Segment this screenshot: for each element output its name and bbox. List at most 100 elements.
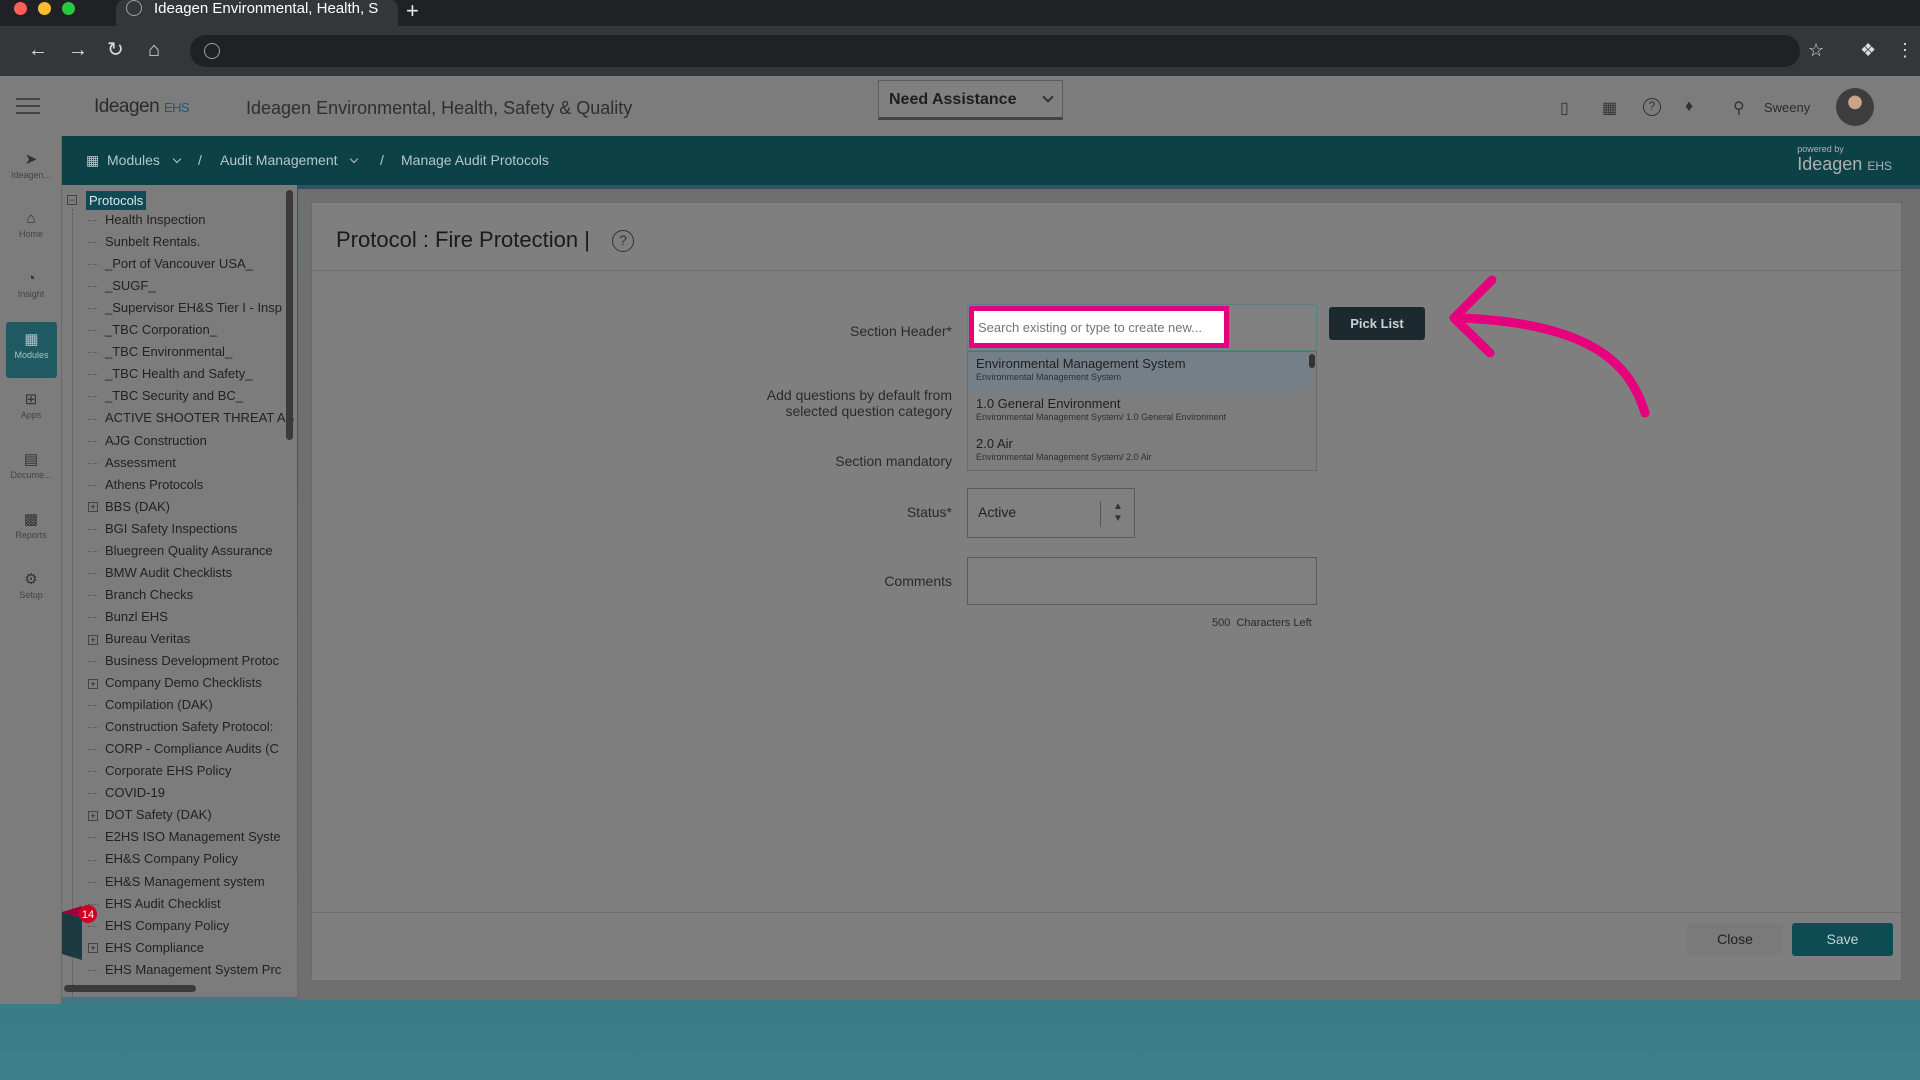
tree-item[interactable]: COVID-19: [88, 785, 297, 807]
insight-icon: ◔: [26, 270, 36, 287]
hamburger-menu-icon[interactable]: [16, 98, 40, 114]
window-minimize-button[interactable]: [38, 2, 51, 15]
tree-item[interactable]: Health Inspection: [88, 212, 297, 234]
tree-item[interactable]: CORP - Compliance Audits (C: [88, 741, 297, 763]
window-close-button[interactable]: [14, 2, 27, 15]
calendar-icon[interactable]: ▦: [1602, 98, 1617, 118]
tree-item[interactable]: Business Development Protoc: [88, 653, 297, 675]
tree-item-label: E2HS ISO Management Syste: [105, 829, 281, 845]
tree-item[interactable]: ACTIVE SHOOTER THREAT AS: [88, 410, 297, 432]
tree-item[interactable]: _SUGF_: [88, 278, 297, 300]
bell-icon[interactable]: ♦: [1685, 98, 1693, 116]
tree-item[interactable]: + DOT Safety (DAK): [88, 807, 297, 829]
section-header-input[interactable]: [969, 306, 1229, 348]
tree-item[interactable]: _TBC Security and BC_: [88, 388, 297, 410]
breadcrumb-separator: /: [380, 152, 384, 168]
tree-item-label: _SUGF_: [105, 278, 156, 294]
more-icon[interactable]: ⋮: [1896, 39, 1914, 61]
expand-icon[interactable]: +: [88, 678, 98, 689]
tree-root-protocols[interactable]: Protocols: [86, 191, 147, 210]
comments-textarea[interactable]: [967, 557, 1317, 605]
breadcrumb-modules[interactable]: ▦ Modules: [86, 152, 182, 169]
tree-item[interactable]: _TBC Corporation_: [88, 322, 297, 344]
rail-item-reports[interactable]: ▩ Reports: [0, 510, 62, 540]
tree-item[interactable]: Sunbelt Rentals.: [88, 234, 297, 256]
dropdown-option[interactable]: 2.0 Air Environmental Management System/…: [968, 432, 1310, 470]
walkme-widget[interactable]: 14: [60, 904, 98, 964]
tree-item[interactable]: EHS Company Policy: [88, 918, 297, 940]
dropdown-option[interactable]: 1.0 General Environment Environmental Ma…: [968, 392, 1310, 432]
ideagen-logo[interactable]: Ideagen EHS: [94, 96, 190, 118]
dropdown-option[interactable]: Environmental Management System Environm…: [968, 352, 1310, 392]
tree-item[interactable]: Construction Safety Protocol:: [88, 719, 297, 741]
tree-item[interactable]: EH&S Management system: [88, 874, 297, 896]
back-icon[interactable]: ←: [28, 39, 48, 61]
tree-item[interactable]: BMW Audit Checklists: [88, 565, 297, 587]
tree-item[interactable]: Athens Protocols: [88, 477, 297, 499]
dropdown-scrollbar[interactable]: [1309, 354, 1315, 368]
expand-icon[interactable]: +: [88, 810, 98, 821]
plus-icon[interactable]: +: [406, 0, 419, 24]
address-bar[interactable]: [190, 35, 1800, 67]
save-button[interactable]: Save: [1792, 923, 1893, 956]
collapse-icon[interactable]: −: [67, 195, 77, 205]
tree-item[interactable]: Corporate EHS Policy: [88, 763, 297, 785]
window-zoom-button[interactable]: [62, 2, 75, 15]
tree-item[interactable]: + EHS Compliance: [88, 940, 297, 962]
rail-item-modules[interactable]: ▦ Modules: [6, 322, 57, 378]
rail-item-insight[interactable]: ◔ Insight: [0, 270, 62, 299]
tree-item[interactable]: _TBC Environmental_: [88, 344, 297, 366]
tree-horizontal-scrollbar[interactable]: [64, 985, 196, 992]
powered-logo-suffix: EHS: [1867, 159, 1892, 173]
tree-item[interactable]: Branch Checks: [88, 587, 297, 609]
expand-icon[interactable]: +: [88, 502, 98, 513]
tree-item[interactable]: Bunzl EHS: [88, 609, 297, 631]
need-assistance-dropdown[interactable]: Need Assistance: [878, 80, 1063, 120]
extensions-icon[interactable]: ❖: [1860, 39, 1876, 61]
status-select[interactable]: Active ▲ ▼: [967, 488, 1135, 538]
breadcrumb-manage-audit-protocols[interactable]: Manage Audit Protocols: [401, 152, 549, 168]
tree-connector: [88, 881, 98, 883]
rail-item-documents[interactable]: ▤ Docume...: [0, 450, 62, 480]
rail-item-home[interactable]: ⌂ Home: [0, 210, 62, 239]
tree-item[interactable]: + Bureau Veritas: [88, 631, 297, 653]
pick-list-button[interactable]: Pick List: [1329, 307, 1425, 340]
section-modal: Protocol : Fire Protection | ? Section H…: [311, 202, 1902, 981]
help-icon[interactable]: ?: [1643, 98, 1661, 116]
arrow-curve: [1455, 313, 1650, 418]
tree-vertical-scrollbar[interactable]: [286, 190, 293, 440]
avatar[interactable]: [1836, 88, 1874, 126]
tree-item[interactable]: _Port of Vancouver USA_: [88, 256, 297, 278]
tree-item[interactable]: EH&S Company Policy: [88, 851, 297, 873]
forward-icon[interactable]: →: [68, 39, 88, 61]
modules-icon: ▦: [24, 331, 39, 348]
tree-connector: [88, 264, 98, 266]
tree-item[interactable]: EHS Management System Prc: [88, 962, 297, 984]
rail-item-setup[interactable]: ⚙ Setup: [0, 570, 62, 600]
rail-item-ideagen[interactable]: ➤ Ideagen...: [0, 150, 62, 180]
home-icon[interactable]: ⌂: [148, 39, 160, 61]
tree-item-label: Bunzl EHS: [105, 608, 168, 624]
location-icon[interactable]: ⚲: [1733, 98, 1745, 118]
tree-item[interactable]: Compilation (DAK): [88, 697, 297, 719]
tree-item[interactable]: AJG Construction: [88, 433, 297, 455]
tree-item[interactable]: + BBS (DAK): [88, 499, 297, 521]
mobile-icon[interactable]: ▯: [1560, 98, 1569, 118]
tree-item[interactable]: _TBC Health and Safety_: [88, 366, 297, 388]
breadcrumb-audit-management[interactable]: Audit Management: [220, 152, 359, 168]
tree-item[interactable]: E2HS ISO Management Syste: [88, 829, 297, 851]
tree-item[interactable]: Bluegreen Quality Assurance: [88, 543, 297, 565]
rail-item-apps[interactable]: ⊞ Apps: [0, 390, 62, 420]
close-button[interactable]: Close: [1687, 923, 1783, 955]
tree-item[interactable]: EHS Audit Checklist: [88, 896, 297, 918]
tree-item[interactable]: _Supervisor EH&S Tier I - Insp: [88, 300, 297, 322]
tree-item[interactable]: + Company Demo Checklists: [88, 675, 297, 697]
reload-icon[interactable]: ↻: [107, 39, 124, 61]
user-name[interactable]: Sweeny: [1764, 100, 1810, 115]
tree-item[interactable]: Assessment: [88, 455, 297, 477]
star-icon[interactable]: ☆: [1808, 39, 1824, 61]
expand-icon[interactable]: +: [88, 634, 98, 645]
tree-item[interactable]: BGI Safety Inspections: [88, 521, 297, 543]
browser-tab[interactable]: Ideagen Environmental, Health, S: [116, 0, 398, 26]
help-icon[interactable]: ?: [612, 230, 634, 252]
